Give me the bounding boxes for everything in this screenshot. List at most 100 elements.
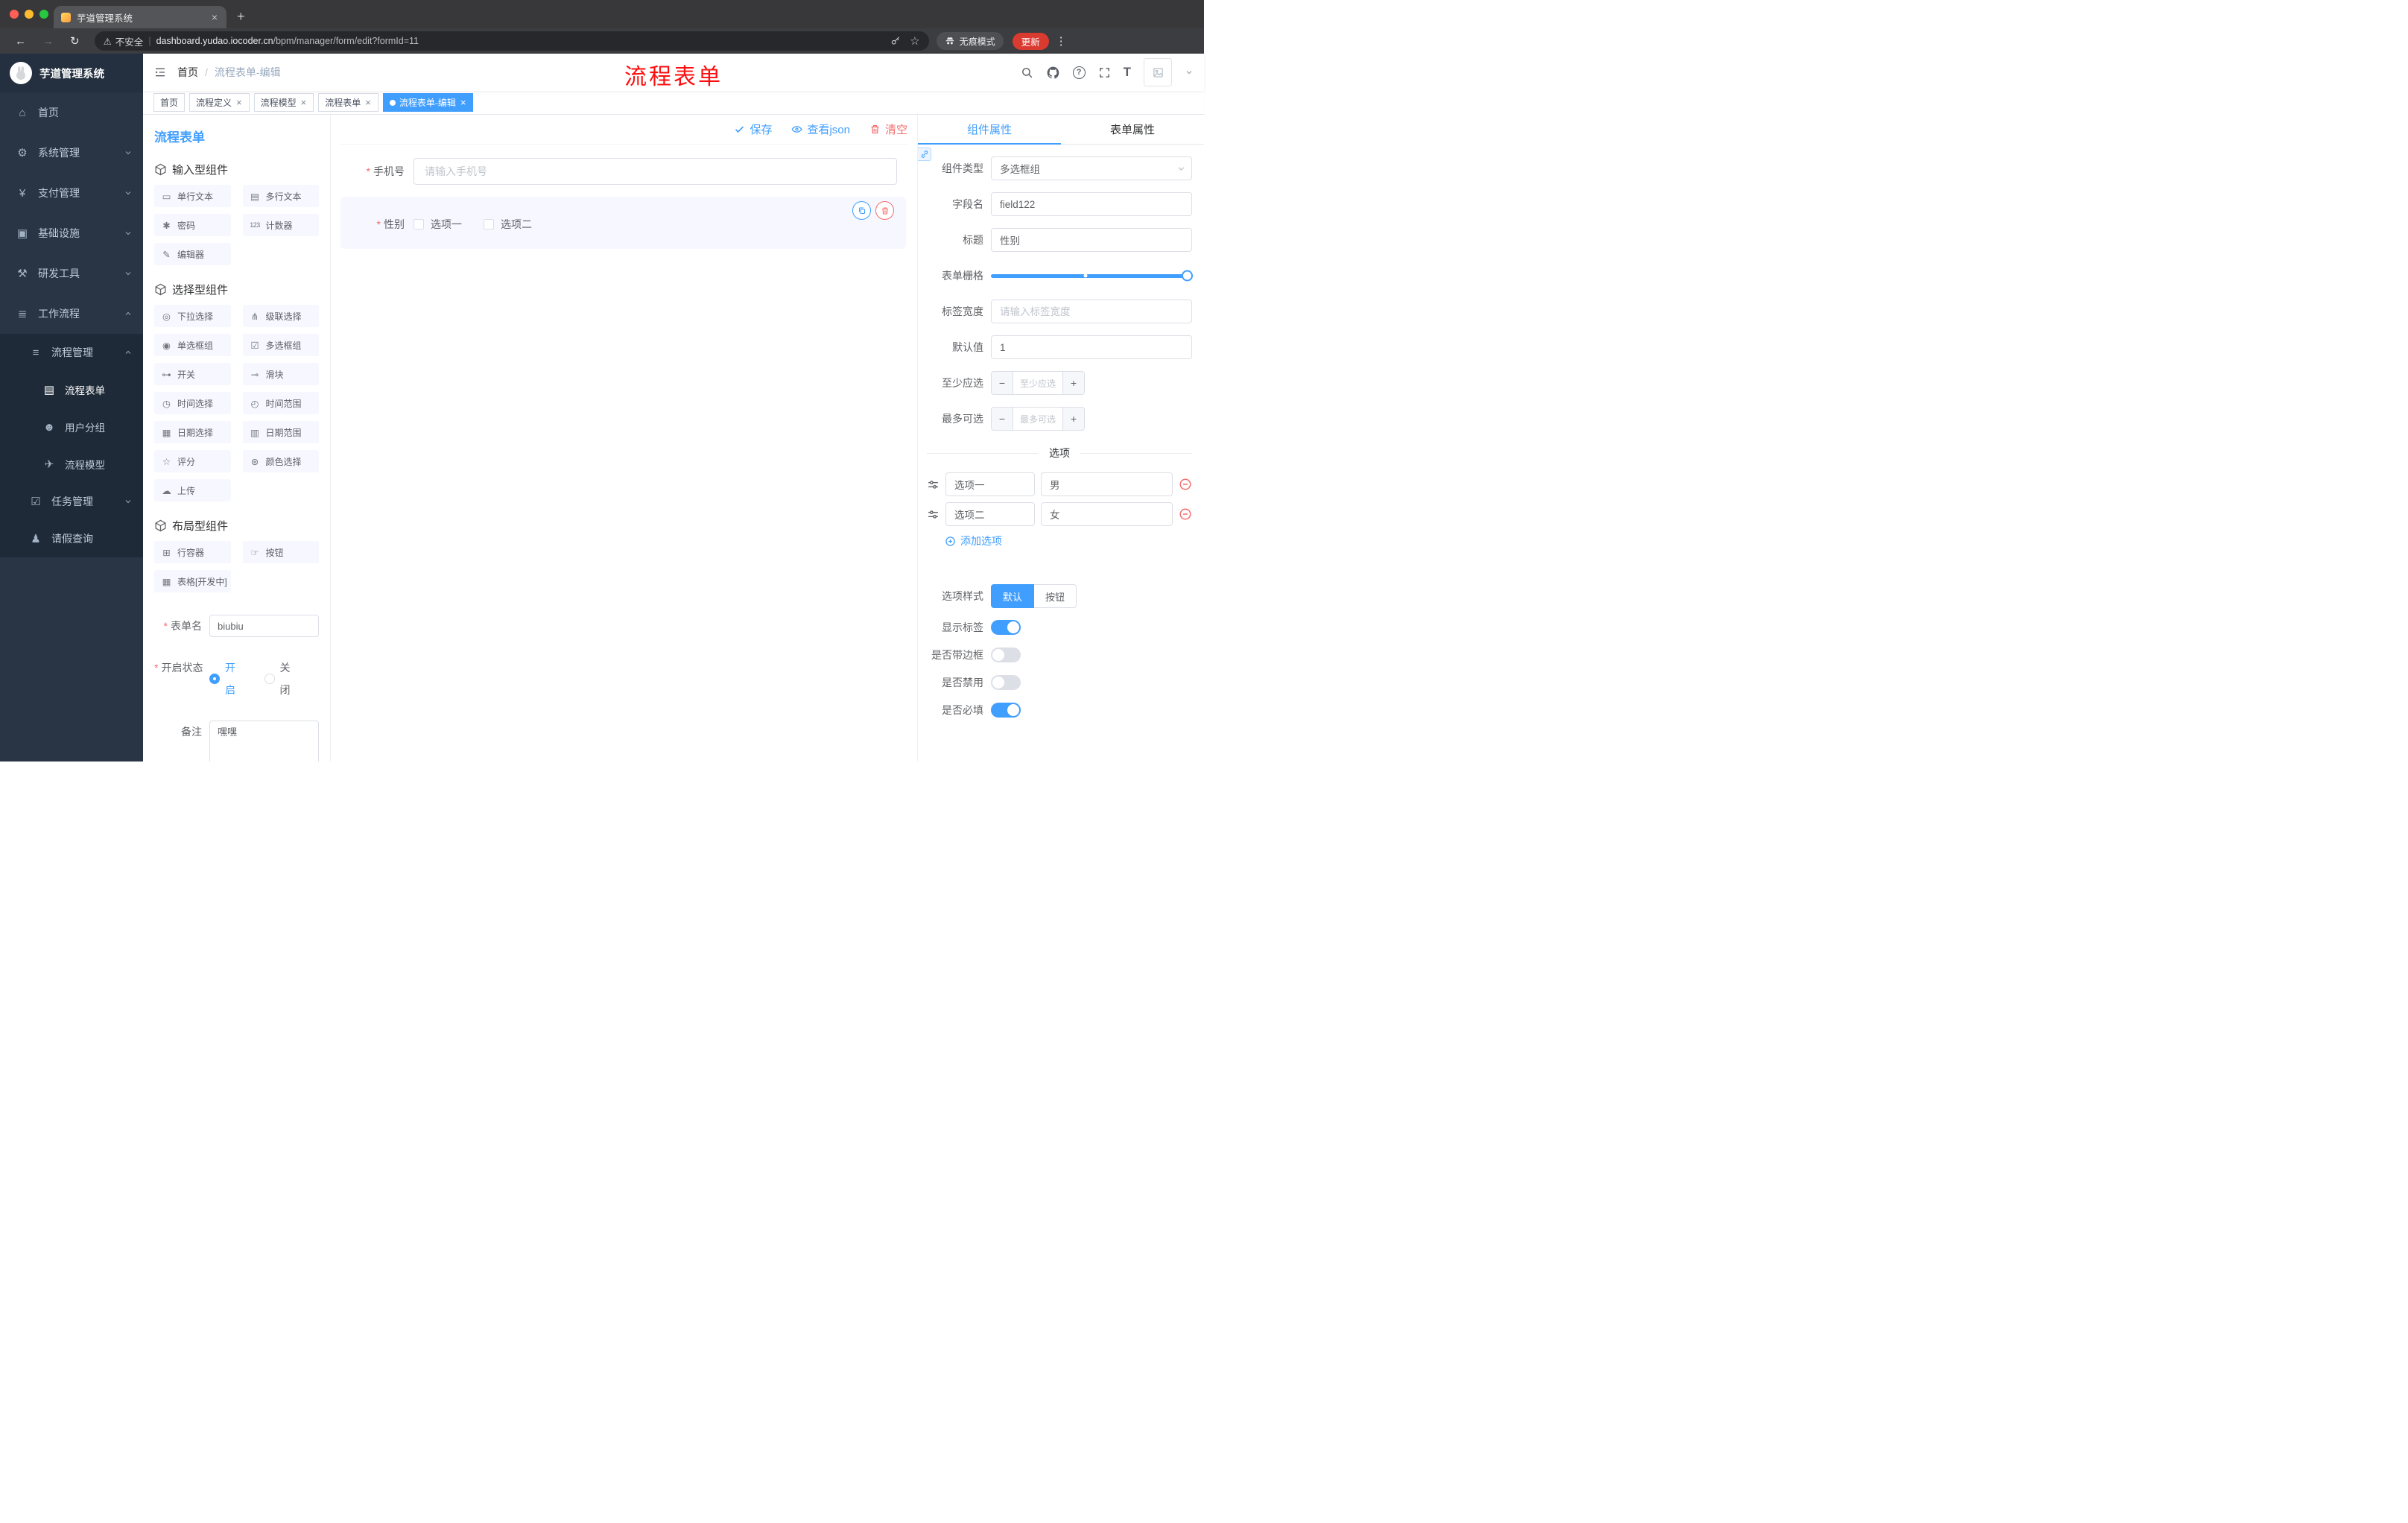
drag-handle-icon[interactable] [927, 478, 940, 491]
close-icon[interactable]: × [300, 97, 308, 108]
palette-item-date-picker[interactable]: ▦ 日期选择 [154, 421, 231, 443]
remove-option-icon[interactable] [1179, 507, 1192, 521]
bookmark-star-icon[interactable]: ☆ [910, 34, 919, 48]
palette-item-time-picker[interactable]: ◷ 时间选择 [154, 392, 231, 414]
browser-tab[interactable]: 芋道管理系统 × [54, 6, 226, 28]
palette-item-dropdown[interactable]: ◎ 下拉选择 [154, 305, 231, 327]
max-select-value[interactable]: 最多可选 [1013, 408, 1062, 430]
window-minimize-button[interactable] [25, 10, 34, 19]
help-icon[interactable]: ? [1072, 66, 1086, 79]
palette-item-time-range[interactable]: ◴ 时间范围 [242, 392, 319, 414]
forward-button[interactable]: → [35, 34, 61, 49]
label-width-input[interactable] [991, 300, 1192, 323]
address-bar[interactable]: ⚠ 不安全 | dashboard.yudao.iocoder.cn/bpm/m… [94, 31, 929, 51]
option-1-name-input[interactable] [945, 472, 1035, 496]
delete-field-button[interactable] [875, 201, 894, 220]
close-icon[interactable]: × [364, 97, 372, 108]
sidebar-item-devtools[interactable]: ⚒ 研发工具 [0, 253, 143, 294]
fullscreen-icon[interactable] [1098, 66, 1111, 79]
back-button[interactable]: ← [7, 34, 34, 49]
add-option-button[interactable]: 添加选项 [945, 533, 1192, 548]
clear-button[interactable]: 清空 [869, 121, 907, 137]
tag-process-form[interactable]: 流程表单 × [318, 93, 378, 112]
window-zoom-button[interactable] [39, 10, 48, 19]
github-icon[interactable] [1046, 66, 1060, 80]
window-close-button[interactable] [10, 10, 19, 19]
new-tab-button[interactable]: + [237, 9, 245, 25]
palette-item-table-dev[interactable]: ▦ 表格[开发中] [154, 570, 231, 592]
copy-field-button[interactable] [852, 201, 871, 220]
reload-button[interactable]: ↻ [63, 33, 87, 49]
decrement-button[interactable]: − [992, 408, 1013, 430]
border-switch[interactable] [991, 647, 1021, 662]
palette-item-button[interactable]: ☞ 按钮 [242, 541, 319, 563]
checkbox-box[interactable] [484, 219, 494, 229]
option-1-value-input[interactable] [1041, 472, 1173, 496]
show-label-switch[interactable] [991, 620, 1021, 635]
tag-process-form-edit[interactable]: 流程表单-编辑 × [382, 93, 474, 112]
palette-item-row-container[interactable]: ⊞ 行容器 [154, 541, 231, 563]
tag-process-definition[interactable]: 流程定义 × [189, 93, 250, 112]
breadcrumb-home[interactable]: 首页 [177, 65, 198, 80]
palette-item-slider[interactable]: ⊸ 滑块 [242, 363, 319, 385]
gender-option-2[interactable]: 选项二 [484, 217, 532, 232]
sidebar-item-payment[interactable]: ¥ 支付管理 [0, 173, 143, 213]
tab-close-icon[interactable]: × [210, 11, 219, 23]
text-size-icon[interactable]: T [1124, 65, 1131, 80]
slider-track[interactable] [991, 270, 1193, 282]
increment-button[interactable]: + [1062, 408, 1084, 430]
close-icon[interactable]: × [460, 97, 467, 108]
avatar-caret-icon[interactable] [1185, 68, 1194, 77]
field-phone[interactable]: 手机号 [340, 158, 907, 185]
status-radio-on[interactable]: 开启 [209, 656, 244, 701]
min-select-value[interactable]: 至少应选 [1013, 372, 1062, 394]
palette-item-color-picker[interactable]: ⊛ 颜色选择 [242, 450, 319, 472]
passwords-key-icon[interactable] [890, 36, 901, 46]
drag-handle-icon[interactable] [927, 508, 940, 521]
sidebar-item-system[interactable]: ⚙ 系统管理 [0, 133, 143, 173]
sidebar-item-user-group[interactable]: ☻ 用户分组 [0, 408, 143, 446]
form-grid-slider[interactable] [991, 264, 1193, 288]
palette-item-password[interactable]: ✱ 密码 [154, 214, 231, 236]
style-button-button[interactable]: 按钮 [1034, 584, 1077, 608]
browser-update-button[interactable]: 更新 [1012, 32, 1049, 50]
sidebar-item-process-model[interactable]: ✈ 流程模型 [0, 446, 143, 483]
option-2-name-input[interactable] [945, 502, 1035, 526]
palette-item-radio-group[interactable]: ◉ 单选框组 [154, 334, 231, 356]
remark-textarea[interactable]: 嘿嘿 [209, 721, 319, 762]
palette-item-switch[interactable]: ⊶ 开关 [154, 363, 231, 385]
palette-item-checkbox-group[interactable]: ☑ 多选框组 [242, 334, 319, 356]
style-default-button[interactable]: 默认 [991, 584, 1035, 608]
decrement-button[interactable]: − [992, 372, 1013, 394]
palette-item-single-text[interactable]: ▭ 单行文本 [154, 185, 231, 207]
palette-item-editor[interactable]: ✎ 编辑器 [154, 243, 231, 265]
palette-item-counter[interactable]: 123 计数器 [242, 214, 319, 236]
sidebar-item-workflow[interactable]: ≣ 工作流程 [0, 294, 143, 334]
palette-item-cascader[interactable]: ⋔ 级联选择 [242, 305, 319, 327]
tab-form-props[interactable]: 表单属性 [1061, 115, 1204, 144]
gender-option-1[interactable]: 选项一 [414, 217, 462, 232]
hamburger-icon[interactable] [143, 66, 177, 79]
avatar[interactable] [1144, 58, 1172, 86]
view-json-button[interactable]: 查看json [791, 121, 850, 137]
tab-component-props[interactable]: 组件属性 [918, 115, 1061, 145]
sidebar-item-leave-query[interactable]: ♟ 请假查询 [0, 520, 143, 557]
save-button[interactable]: 保存 [734, 121, 772, 137]
field-gender-selected[interactable]: 性别 选项一 选项二 [340, 197, 906, 249]
phone-input[interactable] [414, 158, 897, 185]
title-input[interactable] [991, 228, 1192, 252]
sidebar-item-home[interactable]: ⌂ 首页 [0, 92, 143, 133]
increment-button[interactable]: + [1062, 372, 1084, 394]
remove-option-icon[interactable] [1179, 478, 1192, 491]
tag-process-model[interactable]: 流程模型 × [253, 93, 314, 112]
option-2-value-input[interactable] [1041, 502, 1173, 526]
panel-collapse-link-button[interactable] [918, 148, 931, 161]
close-icon[interactable]: × [235, 97, 243, 108]
sidebar-logo[interactable]: 芋道管理系统 [0, 54, 143, 92]
component-type-select[interactable]: 多选框组 [991, 156, 1192, 180]
field-name-input[interactable] [991, 192, 1192, 216]
palette-item-date-range[interactable]: ▥ 日期范围 [242, 421, 319, 443]
palette-item-upload[interactable]: ☁ 上传 [154, 479, 231, 501]
tag-home[interactable]: 首页 [153, 93, 186, 112]
sidebar-item-process-mgmt[interactable]: ≡ 流程管理 [0, 334, 143, 371]
